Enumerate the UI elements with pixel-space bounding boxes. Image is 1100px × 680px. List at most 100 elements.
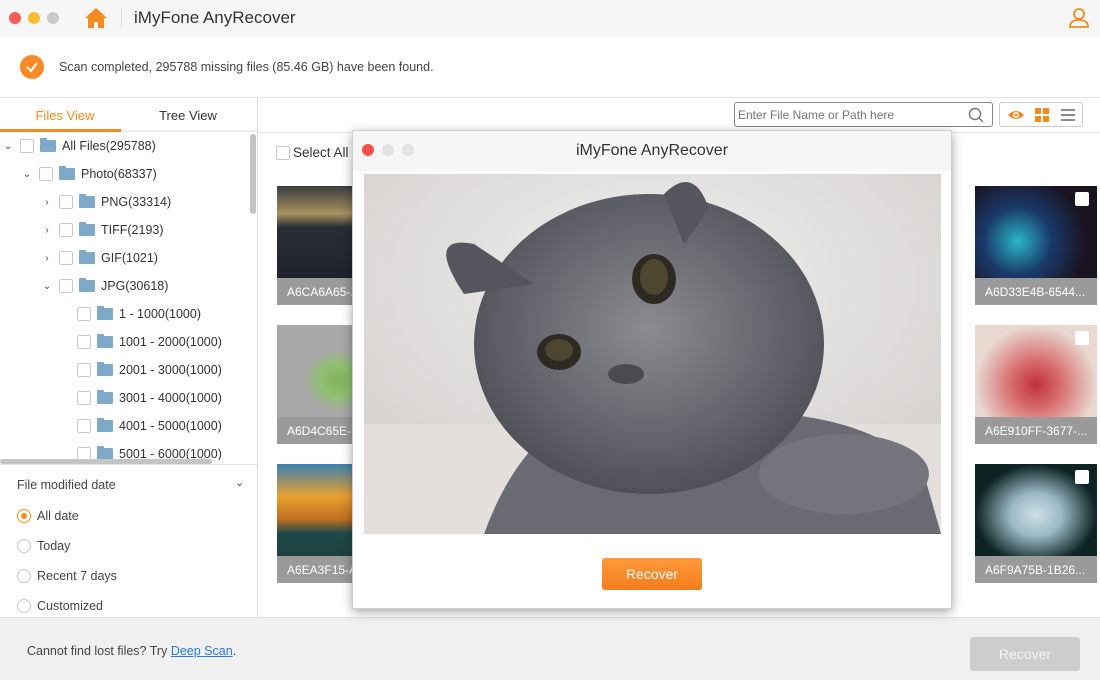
tree-vertical-scrollbar[interactable] bbox=[250, 134, 256, 214]
tree-item[interactable]: 3001 - 4000(1000) bbox=[71, 388, 222, 408]
checkbox[interactable] bbox=[77, 419, 91, 433]
checkbox[interactable] bbox=[59, 251, 73, 265]
radio-recent-7-days[interactable]: Recent 7 days bbox=[17, 569, 117, 583]
select-all[interactable]: Select All bbox=[276, 145, 349, 160]
search-icon[interactable] bbox=[968, 107, 984, 123]
recover-button[interactable]: Recover bbox=[970, 637, 1080, 671]
scan-status-banner: Scan completed, 295788 missing files (85… bbox=[0, 37, 1100, 97]
radio-label: Today bbox=[37, 539, 71, 553]
home-icon[interactable] bbox=[84, 7, 108, 29]
file-name: A6F9A75B-1B26... bbox=[975, 556, 1097, 583]
tree-item-label: 4001 - 5000(1000) bbox=[119, 419, 222, 433]
minimize-window-button[interactable] bbox=[28, 12, 40, 24]
search-box[interactable] bbox=[734, 102, 993, 127]
date-filter-title: File modified date bbox=[17, 478, 116, 492]
tree-item-label: All Files(295788) bbox=[62, 139, 156, 153]
deep-scan-prompt: Cannot find lost files? Try Deep Scan. bbox=[27, 644, 236, 658]
radio-icon[interactable] bbox=[17, 539, 31, 553]
list-icon[interactable] bbox=[1059, 107, 1077, 123]
tree-item-label: GIF(1021) bbox=[101, 251, 158, 265]
folder-icon bbox=[97, 390, 113, 404]
checkbox[interactable] bbox=[77, 335, 91, 349]
checkbox[interactable] bbox=[20, 139, 34, 153]
folder-icon bbox=[79, 222, 95, 236]
toolbar bbox=[259, 97, 1100, 131]
tree-item[interactable]: 1001 - 2000(1000) bbox=[71, 332, 222, 352]
view-tabs: Files View Tree View bbox=[0, 98, 257, 132]
file-thumbnail[interactable]: A6E910FF-3677-... bbox=[975, 325, 1097, 444]
maximize-window-button[interactable] bbox=[47, 12, 59, 24]
tree-item-label: PNG(33314) bbox=[101, 195, 172, 209]
tree-item[interactable]: › GIF(1021) bbox=[41, 248, 158, 268]
tree-item[interactable]: 2001 - 3000(1000) bbox=[71, 360, 222, 380]
deep-scan-suffix: . bbox=[232, 644, 237, 658]
chevron-right-icon[interactable]: › bbox=[41, 197, 53, 208]
thumbnail-checkbox[interactable] bbox=[1075, 192, 1089, 206]
chevron-down-icon[interactable]: ⌄ bbox=[235, 476, 244, 489]
preview-image bbox=[364, 174, 941, 534]
kitten-photo bbox=[364, 174, 941, 534]
checkbox[interactable] bbox=[39, 167, 53, 181]
chevron-right-icon[interactable]: › bbox=[41, 253, 53, 264]
checkbox[interactable] bbox=[59, 195, 73, 209]
tree-item[interactable]: ⌄ JPG(30618) bbox=[41, 276, 168, 296]
scan-status-text: Scan completed, 295788 missing files (85… bbox=[59, 60, 434, 74]
deep-scan-prompt-text: Cannot find lost files? Try bbox=[27, 644, 171, 658]
chevron-down-icon[interactable]: ⌄ bbox=[21, 169, 33, 180]
select-all-checkbox[interactable] bbox=[276, 145, 290, 160]
checkbox[interactable] bbox=[59, 279, 73, 293]
tree-item-label: TIFF(2193) bbox=[101, 223, 164, 237]
file-thumbnail[interactable]: A6D33E4B-6544... bbox=[975, 186, 1097, 305]
file-name: A6E910FF-3677-... bbox=[975, 417, 1097, 444]
tree-item-label: 1001 - 2000(1000) bbox=[119, 335, 222, 349]
deep-scan-link[interactable]: Deep Scan bbox=[171, 644, 233, 658]
tab-files-view[interactable]: Files View bbox=[5, 108, 125, 123]
user-account-icon[interactable] bbox=[1068, 7, 1090, 29]
select-all-label: Select All bbox=[293, 145, 349, 160]
eye-icon[interactable] bbox=[1007, 107, 1025, 123]
tree-item[interactable]: ⌄ Photo(68337) bbox=[21, 164, 157, 184]
radio-icon[interactable] bbox=[17, 599, 31, 613]
checkbox[interactable] bbox=[77, 363, 91, 377]
folder-icon bbox=[59, 166, 75, 180]
checkbox[interactable] bbox=[77, 307, 91, 321]
tab-tree-view[interactable]: Tree View bbox=[128, 108, 248, 123]
radio-label: Customized bbox=[37, 599, 103, 613]
chevron-right-icon[interactable]: › bbox=[41, 225, 53, 236]
thumbnail-checkbox[interactable] bbox=[1075, 331, 1089, 345]
tree-item[interactable]: › PNG(33314) bbox=[41, 192, 171, 212]
sidebar: Files View Tree View ⌄ All Files(295788) … bbox=[0, 97, 258, 617]
view-mode-switcher bbox=[999, 102, 1083, 127]
radio-today[interactable]: Today bbox=[17, 539, 70, 553]
tree-item[interactable]: 4001 - 5000(1000) bbox=[71, 416, 222, 436]
tree-item[interactable]: › TIFF(2193) bbox=[41, 220, 164, 240]
file-thumbnail[interactable]: A6F9A75B-1B26... bbox=[975, 464, 1097, 583]
folder-icon bbox=[79, 250, 95, 264]
radio-all-date[interactable]: All date bbox=[17, 509, 79, 523]
preview-recover-button[interactable]: Recover bbox=[602, 558, 702, 590]
tree-item-label: 1 - 1000(1000) bbox=[119, 307, 202, 321]
close-window-button[interactable] bbox=[9, 12, 21, 24]
title-divider bbox=[121, 8, 122, 28]
radio-icon[interactable] bbox=[17, 569, 31, 583]
tree-item[interactable]: ⌄ All Files(295788) bbox=[2, 136, 156, 156]
folder-icon bbox=[97, 418, 113, 432]
tree-item[interactable]: 1 - 1000(1000) bbox=[71, 304, 201, 324]
active-tab-indicator bbox=[0, 129, 121, 132]
radio-label: Recent 7 days bbox=[37, 569, 117, 583]
date-filter-panel: File modified date ⌄ All date Today Rece… bbox=[0, 464, 257, 618]
checkbox[interactable] bbox=[59, 223, 73, 237]
footer-bar: Cannot find lost files? Try Deep Scan. R… bbox=[0, 617, 1100, 680]
chevron-down-icon[interactable]: ⌄ bbox=[41, 281, 53, 292]
radio-label: All date bbox=[37, 509, 79, 523]
folder-icon bbox=[97, 362, 113, 376]
folder-icon bbox=[79, 194, 95, 208]
tree-item[interactable]: 5001 - 6000(1000) bbox=[71, 444, 222, 460]
thumbnail-checkbox[interactable] bbox=[1075, 470, 1089, 484]
checkbox[interactable] bbox=[77, 391, 91, 405]
chevron-down-icon[interactable]: ⌄ bbox=[2, 141, 14, 152]
radio-customized[interactable]: Customized bbox=[17, 599, 103, 613]
radio-selected-icon[interactable] bbox=[17, 509, 31, 523]
grid-icon[interactable] bbox=[1033, 107, 1051, 123]
search-input[interactable] bbox=[735, 103, 955, 126]
